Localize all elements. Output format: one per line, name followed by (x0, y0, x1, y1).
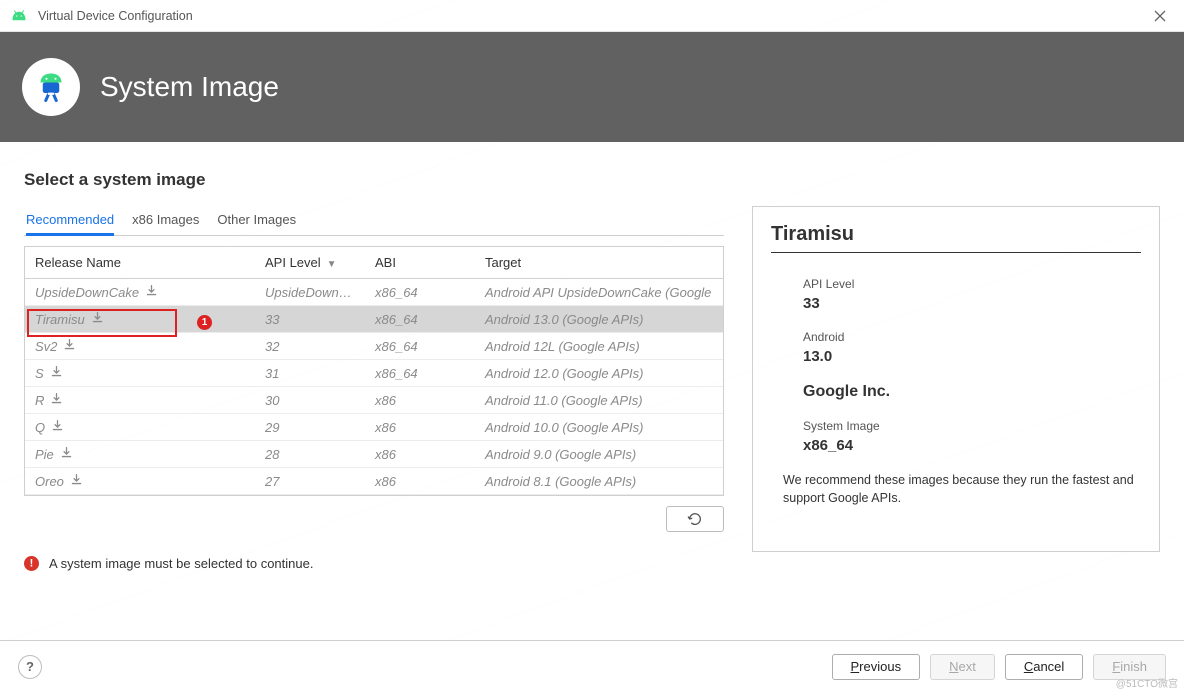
refresh-icon (687, 511, 703, 527)
table-row[interactable]: R30x86Android 11.0 (Google APIs) (25, 387, 723, 414)
cell-release-name: Oreo (25, 468, 255, 495)
cell-abi: x86_64 (365, 279, 475, 306)
download-icon[interactable] (91, 311, 104, 324)
table-row[interactable]: Tiramisu33x86_64Android 13.0 (Google API… (25, 306, 723, 333)
help-button[interactable]: ? (18, 655, 42, 679)
detail-android-label: Android (803, 330, 1141, 344)
cell-abi: x86_64 (365, 360, 475, 387)
download-icon[interactable] (50, 392, 63, 405)
system-image-table: Release Name API Level▼ ABI Target Upsid… (24, 246, 724, 496)
cell-release-name: Tiramisu (25, 306, 255, 333)
table-row[interactable]: Q29x86Android 10.0 (Google APIs) (25, 414, 723, 441)
table-row[interactable]: S31x86_64Android 12.0 (Google APIs) (25, 360, 723, 387)
cell-abi: x86 (365, 441, 475, 468)
detail-pane: Tiramisu API Level 33 Android 13.0 Googl… (752, 206, 1160, 552)
download-icon[interactable] (50, 365, 63, 378)
cell-api-level: 26 (255, 495, 365, 497)
cell-abi: x86_64 (365, 306, 475, 333)
android-icon (10, 9, 28, 23)
col-target[interactable]: Target (475, 247, 723, 279)
close-icon (1154, 10, 1166, 22)
warning-text: A system image must be selected to conti… (49, 556, 313, 571)
cell-target: Android 8.1 (Google APIs) (475, 468, 723, 495)
tab-recommended[interactable]: Recommended (26, 206, 114, 236)
next-button[interactable]: Next (930, 654, 995, 680)
detail-title: Tiramisu (771, 223, 1141, 246)
sort-desc-icon: ▼ (327, 259, 337, 270)
cell-api-level: 32 (255, 333, 365, 360)
detail-sysimg-label: System Image (803, 419, 1141, 433)
android-studio-logo (22, 58, 80, 116)
cell-abi: x86 (365, 414, 475, 441)
tab-x86-images[interactable]: x86 Images (132, 206, 199, 236)
detail-api-label: API Level (803, 277, 1141, 291)
cell-api-level: 30 (255, 387, 365, 414)
cell-abi: x86 (365, 468, 475, 495)
detail-api-value: 33 (803, 295, 1141, 312)
cell-target: Android 13.0 (Google APIs) (475, 306, 723, 333)
page-body: Select a system image Recommended x86 Im… (0, 142, 1184, 571)
cell-abi: x86 (365, 387, 475, 414)
table-row[interactable]: Oreo27x86Android 8.1 (Google APIs) (25, 468, 723, 495)
banner-heading: System Image (100, 71, 279, 103)
cell-abi: x86_64 (365, 333, 475, 360)
cell-api-level: 29 (255, 414, 365, 441)
cell-target: Android 8.0 (Google APIs) (475, 495, 723, 497)
cell-release-name: Q (25, 414, 255, 441)
download-icon[interactable] (145, 284, 158, 297)
cell-api-level: 28 (255, 441, 365, 468)
cell-api-level: 33 (255, 306, 365, 333)
cell-target: Android API UpsideDownCake (Google (475, 279, 723, 306)
detail-divider (771, 252, 1141, 253)
cell-abi: x86 (365, 495, 475, 497)
refresh-button[interactable] (666, 506, 724, 532)
detail-sysimg-value: x86_64 (803, 437, 1141, 454)
window-title: Virtual Device Configuration (38, 9, 193, 23)
col-abi[interactable]: ABI (365, 247, 475, 279)
previous-button[interactable]: Previous (832, 654, 921, 680)
attribution: @51CTO微宫 (1116, 675, 1178, 690)
col-release-name[interactable]: Release Name (25, 247, 255, 279)
cell-api-level: UpsideDownCake (255, 279, 365, 306)
cell-release-name: Oreo (25, 495, 255, 497)
table-row[interactable]: Pie28x86Android 9.0 (Google APIs) (25, 441, 723, 468)
titlebar: Virtual Device Configuration (0, 0, 1184, 32)
tab-underline (24, 235, 724, 236)
cell-api-level: 31 (255, 360, 365, 387)
cell-target: Android 10.0 (Google APIs) (475, 414, 723, 441)
cell-target: Android 12.0 (Google APIs) (475, 360, 723, 387)
cell-target: Android 11.0 (Google APIs) (475, 387, 723, 414)
annotation-badge: 1 (197, 315, 212, 330)
left-pane: Recommended x86 Images Other Images Rele… (24, 206, 724, 571)
cell-api-level: 27 (255, 468, 365, 495)
cell-release-name: R (25, 387, 255, 414)
detail-android-value: 13.0 (803, 348, 1141, 365)
cell-release-name: Sv2 (25, 333, 255, 360)
cell-target: Android 12L (Google APIs) (475, 333, 723, 360)
tab-other-images[interactable]: Other Images (217, 206, 296, 236)
cancel-button[interactable]: Cancel (1005, 654, 1083, 680)
download-icon[interactable] (70, 473, 83, 486)
cell-release-name: S (25, 360, 255, 387)
table-row[interactable]: UpsideDownCakeUpsideDownCakex86_64Androi… (25, 279, 723, 306)
cell-release-name: Pie (25, 441, 255, 468)
col-api-level[interactable]: API Level▼ (255, 247, 365, 279)
download-icon[interactable] (63, 338, 76, 351)
close-button[interactable] (1146, 2, 1174, 30)
footer: ? Previous Next Cancel Finish (0, 640, 1184, 692)
table-row[interactable]: Sv232x86_64Android 12L (Google APIs) (25, 333, 723, 360)
cell-release-name: UpsideDownCake (25, 279, 255, 306)
detail-vendor: Google Inc. (803, 383, 1141, 401)
cell-target: Android 9.0 (Google APIs) (475, 441, 723, 468)
table-row[interactable]: Oreo26x86Android 8.0 (Google APIs) (25, 495, 723, 497)
page-subtitle: Select a system image (24, 170, 1160, 190)
warning-row: ! A system image must be selected to con… (24, 556, 724, 571)
tabs: Recommended x86 Images Other Images (24, 206, 724, 236)
download-icon[interactable] (60, 446, 73, 459)
detail-description: We recommend these images because they r… (783, 472, 1141, 507)
download-icon[interactable] (51, 419, 64, 432)
error-icon: ! (24, 556, 39, 571)
banner: System Image (0, 32, 1184, 142)
